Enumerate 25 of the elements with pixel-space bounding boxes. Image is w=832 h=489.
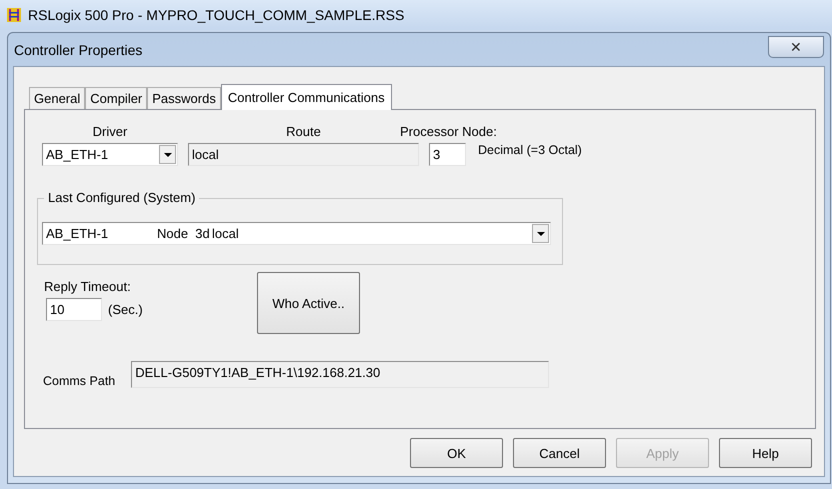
dialog-title: Controller Properties xyxy=(14,42,142,58)
close-button[interactable]: ✕ xyxy=(768,36,824,58)
field-label: Processor Node: xyxy=(400,124,498,139)
comms-path-field: DELL-G509TY1!AB_ETH-1\192.168.21.30 xyxy=(131,360,550,388)
tab[interactable]: General xyxy=(29,87,86,109)
field-label: Reply Timeout: xyxy=(44,279,132,294)
tab[interactable]: Controller Communications xyxy=(220,84,392,110)
node-field[interactable]: 3 xyxy=(429,143,466,166)
who-active-button[interactable]: Who Active.. xyxy=(257,272,360,334)
window-title: RSLogix 500 Pro - MYPRO_TOUCH_COMM_SAMPLE.RSS xyxy=(28,7,404,23)
dialog-button[interactable]: Help xyxy=(719,438,812,468)
dialog-button[interactable]: Cancel xyxy=(513,438,606,468)
node-note: Decimal (=3 Octal) xyxy=(478,143,582,159)
dialog-button[interactable]: OK xyxy=(410,438,503,468)
unit-label: (Sec.) xyxy=(108,302,143,317)
last-configured-dropdown[interactable]: AB_ETH-1 Node 3d local xyxy=(42,222,551,245)
route-field: local xyxy=(188,143,419,166)
tab[interactable]: Passwords xyxy=(147,87,221,109)
tab[interactable]: Compiler xyxy=(85,87,148,109)
driver-dropdown[interactable]: AB_ETH-1 xyxy=(42,143,178,166)
ladder-icon xyxy=(6,7,22,23)
timeout-field[interactable]: 10 xyxy=(46,298,102,321)
field-label: Comms Path xyxy=(43,374,116,388)
group-label: Last Configured (System) xyxy=(44,190,200,205)
field-label: Driver xyxy=(92,124,128,139)
